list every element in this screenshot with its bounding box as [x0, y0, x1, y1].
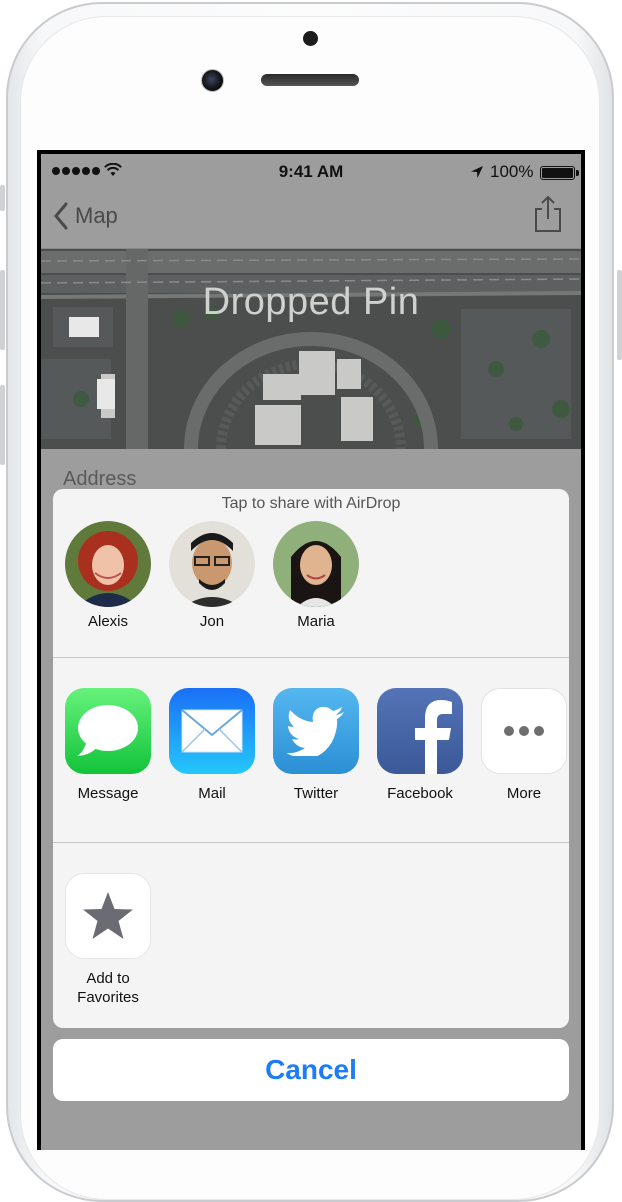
share-icon[interactable]: [533, 194, 563, 234]
battery-icon: [540, 166, 579, 180]
share-app-twitter[interactable]: Twitter: [273, 688, 359, 803]
earpiece-speaker: [261, 74, 359, 86]
chevron-left-icon: [54, 202, 68, 230]
share-app-message[interactable]: Message: [65, 688, 151, 803]
app-label: Message: [77, 785, 139, 802]
location-arrow-icon: [471, 166, 483, 178]
proximity-sensor: [303, 31, 318, 46]
avatar: [169, 521, 255, 607]
back-button[interactable]: Map: [53, 202, 118, 230]
front-camera-icon: [201, 69, 224, 92]
map-title: Dropped Pin: [202, 281, 420, 323]
more-icon: [481, 688, 567, 774]
share-apps-row: Message Mail Twitter Facebook More: [65, 688, 567, 803]
section-divider: [53, 657, 569, 658]
avatar: [273, 521, 359, 607]
twitter-icon: [273, 688, 359, 774]
app-label: Facebook: [387, 785, 453, 802]
power-button: [617, 270, 622, 360]
avatar: [65, 521, 151, 607]
volume-button: [0, 185, 5, 211]
airdrop-person-alexis[interactable]: Alexis: [65, 521, 151, 630]
map-preview[interactable]: Dropped Pin: [41, 249, 581, 449]
satellite-map-image: [41, 249, 581, 449]
action-label: Add to Favorites: [77, 970, 139, 1006]
screen: 9:41 AM 100% Map Dropped Pin Address Tap…: [37, 150, 585, 1150]
cancel-button[interactable]: Cancel: [53, 1039, 569, 1101]
share-app-more[interactable]: More: [481, 688, 567, 803]
app-label: Mail: [198, 785, 226, 802]
address-label: Address: [63, 468, 137, 490]
app-label: Twitter: [293, 785, 339, 802]
share-app-mail[interactable]: Mail: [169, 688, 255, 803]
airdrop-people: Alexis Jon Maria: [65, 521, 359, 630]
add-to-favorites-action[interactable]: Add to Favorites: [65, 873, 151, 1007]
person-name: Jon: [199, 613, 225, 630]
share-sheet: Tap to share with AirDrop Alexis Jon Mar…: [53, 489, 569, 1028]
volume-down-button: [0, 385, 5, 465]
share-actions-row: Add to Favorites: [65, 873, 151, 1007]
share-app-facebook[interactable]: Facebook: [377, 688, 463, 803]
airdrop-person-jon[interactable]: Jon: [169, 521, 255, 630]
app-label: More: [506, 785, 542, 802]
person-name: Alexis: [87, 613, 128, 630]
airdrop-title: Tap to share with AirDrop: [221, 495, 401, 512]
star-icon: [65, 873, 151, 959]
mail-icon: [169, 688, 255, 774]
section-divider: [53, 842, 569, 843]
navigation-bar: Map: [41, 188, 581, 249]
back-label: Map: [75, 203, 118, 228]
volume-up-button: [0, 270, 5, 350]
battery-percent: 100%: [490, 162, 534, 181]
person-name: Maria: [297, 613, 335, 630]
facebook-icon: [377, 688, 463, 774]
airdrop-person-maria[interactable]: Maria: [273, 521, 359, 630]
status-bar: 9:41 AM 100%: [41, 154, 581, 188]
message-icon: [65, 688, 151, 774]
